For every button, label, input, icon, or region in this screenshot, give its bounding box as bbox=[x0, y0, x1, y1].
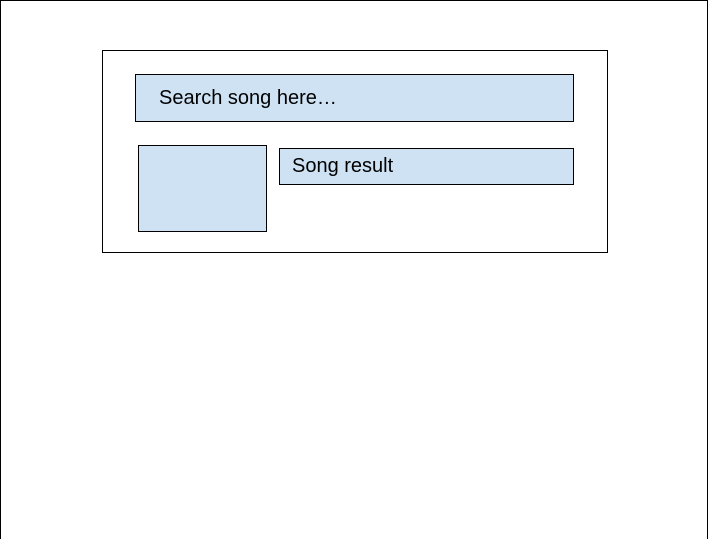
song-result-item[interactable]: Song result bbox=[279, 148, 574, 185]
search-input[interactable]: Search song here… bbox=[135, 74, 574, 122]
search-placeholder: Search song here… bbox=[159, 86, 337, 109]
song-thumbnail[interactable] bbox=[138, 145, 267, 232]
wireframe-page: Search song here… Song result bbox=[0, 0, 708, 539]
song-result-label: Song result bbox=[292, 155, 394, 177]
